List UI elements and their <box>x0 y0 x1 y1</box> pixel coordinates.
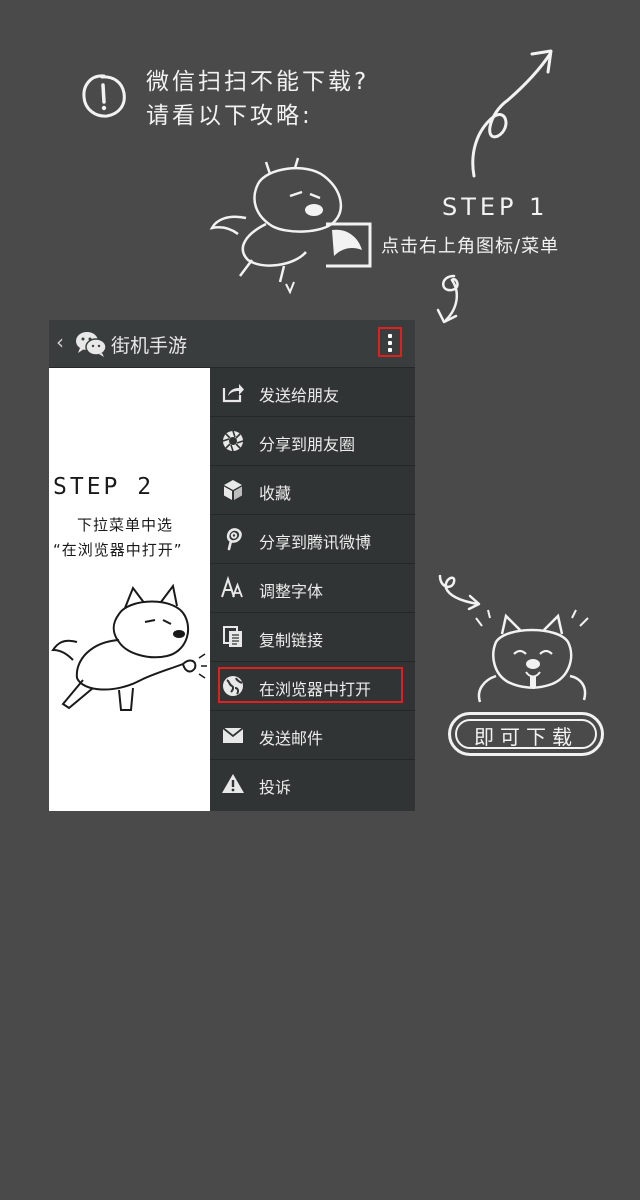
menu-item-favorite[interactable]: 收藏 <box>210 466 415 515</box>
step2-title: STEP 2 <box>53 474 155 500</box>
menu-item-label: 分享到朋友圈 <box>259 435 356 454</box>
share-icon <box>222 384 244 403</box>
weibo-icon <box>226 528 242 551</box>
pointing-dog-illustration <box>51 583 207 711</box>
mail-icon <box>222 727 244 743</box>
step1-description: 点击右上角图标/菜单 <box>381 236 560 257</box>
copy-icon <box>223 626 242 647</box>
step2-line2: “在浏览器中打开” <box>53 541 183 559</box>
curly-arrow-up-icon <box>471 49 553 178</box>
menu-item-copy-link[interactable]: 复制链接 <box>210 613 415 662</box>
menu-item-label: 收藏 <box>259 484 292 503</box>
download-badge: 即可下载 <box>448 712 604 756</box>
menu-item-report[interactable]: 投诉 <box>210 760 415 809</box>
happy-dog-illustration <box>475 609 589 703</box>
menu-item-share-moments[interactable]: 分享到朋友圈 <box>210 417 415 466</box>
step2-line1: 下拉菜单中选 <box>77 516 174 534</box>
more-dot-icon <box>388 348 392 352</box>
wechat-screenshot: ‹ 街机手游 STEP 2 下拉菜单中选 “在浏览器中打开” 发送给朋友 分享到… <box>49 320 415 811</box>
dropdown-menu: 发送给朋友 分享到朋友圈 收藏 分享到腾讯微博 调整字体 复制链接 在浏览器中打… <box>210 368 415 811</box>
top-bar: ‹ 街机手游 <box>49 320 415 368</box>
menu-item-send-email[interactable]: 发送邮件 <box>210 711 415 760</box>
exclamation-circle-icon <box>82 74 126 118</box>
menu-item-label: 在浏览器中打开 <box>259 680 372 699</box>
back-icon[interactable]: ‹ <box>56 330 64 354</box>
more-dot-icon <box>388 341 392 345</box>
globe-icon <box>223 676 243 696</box>
intro-line2: 请看以下攻略: <box>146 103 313 129</box>
moments-icon <box>222 430 244 452</box>
download-label: 即可下载 <box>474 725 578 749</box>
more-menu-button[interactable] <box>378 327 402 357</box>
font-size-icon <box>221 576 243 598</box>
step2-panel: STEP 2 下拉菜单中选 “在浏览器中打开” <box>49 368 210 811</box>
menu-item-open-in-browser[interactable]: 在浏览器中打开 <box>210 662 415 711</box>
warning-icon <box>222 774 244 793</box>
menu-item-send-to-friend[interactable]: 发送给朋友 <box>210 368 415 417</box>
menu-item-label: 发送邮件 <box>259 729 324 748</box>
running-dog-illustration <box>209 157 372 295</box>
wechat-icon <box>76 332 107 357</box>
topbar-title: 街机手游 <box>111 335 188 357</box>
curly-arrow-down-icon <box>436 274 459 324</box>
cube-icon <box>224 480 242 500</box>
menu-item-font-size[interactable]: 调整字体 <box>210 564 415 613</box>
menu-item-label: 复制链接 <box>259 631 324 650</box>
intro-line1: 微信扫扫不能下载? <box>146 69 370 95</box>
more-dot-icon <box>388 334 392 338</box>
menu-item-label: 分享到腾讯微博 <box>259 533 372 552</box>
menu-item-label: 投诉 <box>259 778 292 797</box>
menu-item-label: 发送给朋友 <box>259 386 340 405</box>
step1-title: STEP 1 <box>442 193 549 221</box>
menu-item-share-weibo[interactable]: 分享到腾讯微博 <box>210 515 415 564</box>
menu-item-label: 调整字体 <box>259 582 324 601</box>
